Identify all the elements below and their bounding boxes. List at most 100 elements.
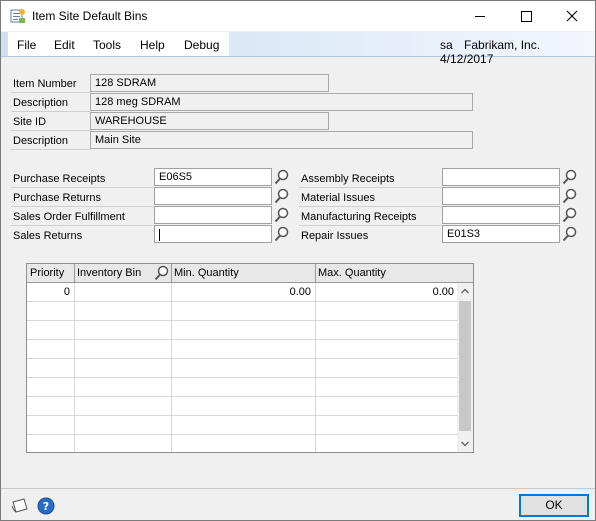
- menu-help[interactable]: Help: [140, 38, 165, 52]
- help-button[interactable]: ?: [37, 497, 55, 515]
- user-date: 4/12/2017: [440, 52, 494, 66]
- table-row[interactable]: [27, 416, 457, 435]
- column-min-quantity[interactable]: Min. Quantity: [174, 267, 239, 279]
- purchase-receipts-lookup-button[interactable]: [273, 168, 291, 186]
- app-icon: [10, 9, 25, 23]
- bins-grid: Priority Inventory Bin Min. Quantity Max…: [26, 263, 474, 453]
- magnifier-icon: [154, 265, 169, 281]
- material-issues-label: Material Issues: [301, 192, 375, 204]
- sales-returns-label: Sales Returns: [13, 230, 83, 242]
- window-title: Item Site Default Bins: [32, 9, 148, 23]
- manufacturing-receipts-bin-input[interactable]: [442, 206, 560, 224]
- status-info: sa Fabrikam, Inc. 4/12/2017: [440, 38, 595, 66]
- table-row[interactable]: [27, 321, 457, 340]
- note-button[interactable]: [10, 497, 30, 515]
- column-separator: [74, 264, 75, 283]
- row-divider: [11, 187, 153, 188]
- item-description-field: 128 meg SDRAM: [90, 93, 473, 111]
- table-row[interactable]: 0 0.00 0.00: [27, 283, 457, 302]
- column-inventory-bin[interactable]: Inventory Bin: [77, 267, 141, 279]
- magnifier-icon: [274, 188, 289, 204]
- item-number-field: 128 SDRAM: [90, 74, 329, 92]
- row-divider: [11, 149, 91, 150]
- maximize-button[interactable]: [503, 1, 549, 31]
- row-divider: [299, 187, 441, 188]
- column-max-quantity[interactable]: Max. Quantity: [318, 267, 386, 279]
- text-cursor: [159, 229, 160, 241]
- site-description-field: Main Site: [90, 131, 473, 149]
- magnifier-icon: [274, 226, 289, 242]
- table-row[interactable]: [27, 340, 457, 359]
- menu-file[interactable]: File: [17, 38, 36, 52]
- material-issues-lookup-button[interactable]: [561, 187, 579, 205]
- inventory-bin-lookup-button[interactable]: [153, 264, 171, 282]
- assembly-receipts-label: Assembly Receipts: [301, 173, 395, 185]
- svg-text:?: ?: [43, 500, 49, 513]
- material-issues-bin-input[interactable]: [442, 187, 560, 205]
- row-divider: [11, 111, 91, 112]
- grid-vertical-scrollbar[interactable]: [457, 283, 473, 452]
- magnifier-icon: [274, 169, 289, 185]
- table-row[interactable]: [27, 302, 457, 321]
- row-divider: [11, 92, 91, 93]
- assembly-receipts-lookup-button[interactable]: [561, 168, 579, 186]
- purchase-returns-bin-input[interactable]: [154, 187, 272, 205]
- scroll-down-icon[interactable]: [457, 436, 473, 452]
- site-id-label: Site ID: [13, 116, 47, 128]
- item-description-label: Description: [13, 97, 69, 109]
- magnifier-icon: [562, 226, 577, 242]
- table-row[interactable]: [27, 378, 457, 397]
- table-row[interactable]: [27, 359, 457, 378]
- repair-issues-lookup-button[interactable]: [561, 225, 579, 243]
- purchase-receipts-bin-input[interactable]: E06S5: [154, 168, 272, 186]
- scrollbar-thumb[interactable]: [459, 301, 471, 431]
- column-priority[interactable]: Priority: [30, 267, 64, 279]
- help-icon: ?: [37, 497, 55, 515]
- sales-order-fulfillment-label: Sales Order Fulfillment: [13, 211, 125, 223]
- menu-tools[interactable]: Tools: [93, 38, 121, 52]
- repair-issues-bin-input[interactable]: E01S3: [442, 225, 560, 243]
- row-divider: [299, 206, 441, 207]
- row-priority[interactable]: 0: [30, 286, 70, 298]
- repair-issues-label: Repair Issues: [301, 230, 369, 242]
- manufacturing-receipts-label: Manufacturing Receipts: [301, 211, 417, 223]
- purchase-receipts-label: Purchase Receipts: [13, 173, 106, 185]
- item-number-label: Item Number: [13, 78, 77, 90]
- magnifier-icon: [274, 207, 289, 223]
- magnifier-icon: [562, 188, 577, 204]
- sales-returns-bin-input[interactable]: [154, 225, 272, 243]
- title-bar: Item Site Default Bins: [1, 1, 595, 31]
- menu-debug[interactable]: Debug: [184, 38, 219, 52]
- sales-returns-lookup-button[interactable]: [273, 225, 291, 243]
- magnifier-icon: [562, 169, 577, 185]
- row-divider: [11, 225, 153, 226]
- minimize-button[interactable]: [457, 1, 503, 31]
- row-divider: [11, 130, 91, 131]
- row-divider: [299, 225, 441, 226]
- site-id-field: WAREHOUSE: [90, 112, 329, 130]
- table-row[interactable]: [27, 435, 457, 454]
- item-site-default-bins-window: Item Site Default Bins File Edit Tools H…: [0, 0, 596, 521]
- column-separator: [315, 264, 316, 283]
- row-max-quantity[interactable]: 0.00: [318, 286, 454, 298]
- menu-bar: File Edit Tools Help Debug sa Fabrikam, …: [1, 32, 595, 66]
- site-description-label: Description: [13, 135, 69, 147]
- purchase-returns-lookup-button[interactable]: [273, 187, 291, 205]
- magnifier-icon: [562, 207, 577, 223]
- row-min-quantity[interactable]: 0.00: [174, 286, 311, 298]
- manufacturing-receipts-lookup-button[interactable]: [561, 206, 579, 224]
- note-icon: [11, 498, 28, 513]
- menu-edit[interactable]: Edit: [54, 38, 75, 52]
- purchase-returns-label: Purchase Returns: [13, 192, 102, 204]
- sales-order-fulfillment-lookup-button[interactable]: [273, 206, 291, 224]
- sales-order-fulfillment-bin-input[interactable]: [154, 206, 272, 224]
- user-id: sa: [440, 38, 453, 52]
- scroll-up-icon[interactable]: [457, 283, 473, 299]
- close-button[interactable]: [549, 1, 595, 31]
- table-row[interactable]: [27, 397, 457, 416]
- grid-header: Priority Inventory Bin Min. Quantity Max…: [27, 264, 473, 283]
- close-icon: [566, 10, 578, 22]
- ok-button[interactable]: OK: [519, 494, 589, 517]
- minimize-icon: [475, 16, 485, 17]
- assembly-receipts-bin-input[interactable]: [442, 168, 560, 186]
